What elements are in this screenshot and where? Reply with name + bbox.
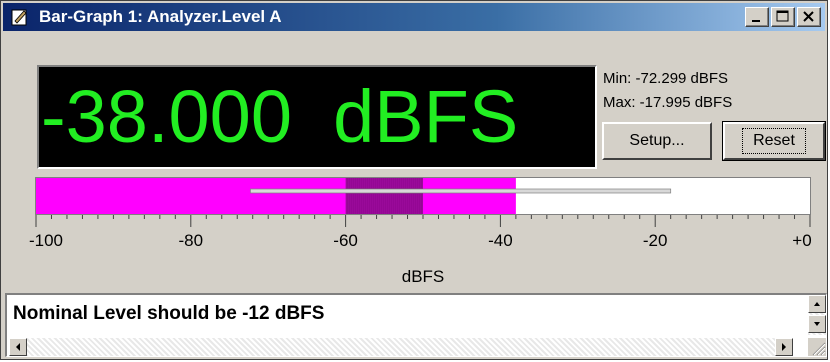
app-icon[interactable] <box>9 6 31 28</box>
arrow-up-icon <box>814 302 820 306</box>
tick-label: +0 <box>792 231 812 250</box>
maximize-icon <box>776 10 789 22</box>
reset-button[interactable]: Reset <box>723 122 825 160</box>
reset-button-label: Reset <box>742 128 806 154</box>
horizontal-scrollbar[interactable] <box>9 338 793 356</box>
axis-label: dBFS <box>401 267 445 286</box>
scroll-down-button[interactable] <box>808 315 826 333</box>
window-title: Bar-Graph 1: Analyzer.Level A <box>39 7 282 26</box>
scroll-left-button[interactable] <box>9 338 27 356</box>
min-max-range-bar <box>250 188 672 194</box>
tick-label: -100 <box>28 231 64 250</box>
level-readout-display: -38.000 dBFS <box>37 65 597 169</box>
bar-graph-window: Bar-Graph 1: Analyzer.Level A -38.000 dB… <box>0 0 828 360</box>
bar-graph-svg <box>36 178 672 214</box>
close-button[interactable] <box>797 7 821 27</box>
message-text: Nominal Level should be -12 dBFS <box>13 303 325 324</box>
resize-grip-icon <box>812 342 826 356</box>
arrow-left-icon <box>16 343 20 351</box>
resize-grip[interactable] <box>808 338 826 356</box>
bar-graph <box>35 177 811 215</box>
minimize-button[interactable] <box>745 7 769 27</box>
tick-label: -20 <box>642 231 668 250</box>
min-max-stats: Min: -72.299 dBFS Max: -17.995 dBFS <box>603 67 732 115</box>
tick-label: -80 <box>178 231 204 250</box>
scroll-right-button[interactable] <box>775 338 793 356</box>
min-value: Min: -72.299 dBFS <box>603 70 729 87</box>
setup-button[interactable]: Setup... <box>602 122 712 160</box>
tick-label: -60 <box>333 231 358 250</box>
arrow-down-icon <box>814 322 820 326</box>
vertical-scrollbar[interactable] <box>808 295 826 335</box>
minimize-icon <box>752 20 760 22</box>
setup-button-label: Setup... <box>629 132 685 149</box>
highlight-band <box>345 178 423 214</box>
message-box[interactable]: Nominal Level should be -12 dBFS <box>5 293 827 357</box>
tick-label: -40 <box>488 231 513 250</box>
close-icon <box>803 11 814 22</box>
max-value: Max: -17.995 dBFS <box>603 94 733 111</box>
arrow-right-icon <box>782 343 786 351</box>
title-bar[interactable]: Bar-Graph 1: Analyzer.Level A <box>3 3 825 31</box>
level-readout: -38.000 dBFS <box>41 75 519 158</box>
level-bar <box>36 178 516 214</box>
scroll-up-button[interactable] <box>808 295 826 313</box>
maximize-button[interactable] <box>771 7 795 27</box>
